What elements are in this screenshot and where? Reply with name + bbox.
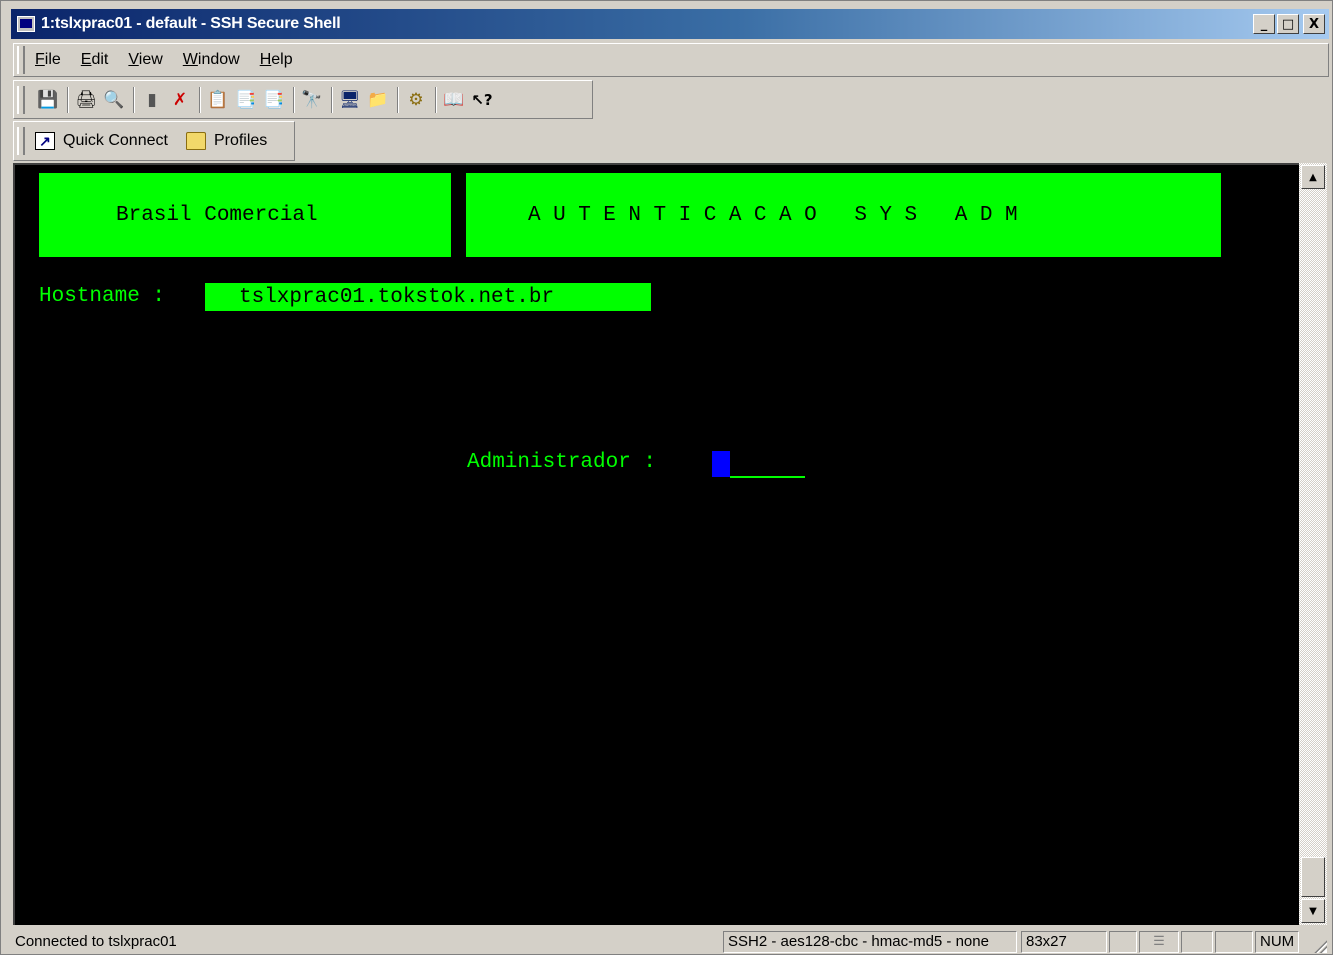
toolbar-separator bbox=[331, 86, 333, 113]
menu-view[interactable]: View bbox=[128, 49, 162, 71]
menu-file-label: ile bbox=[44, 51, 61, 68]
hostname-value: tslxprac01.tokstok.net.br bbox=[205, 283, 651, 311]
num-lock-indicator: NUM bbox=[1255, 931, 1299, 953]
scroll-down-button[interactable]: ▼ bbox=[1301, 899, 1325, 923]
terminal-scrollbar[interactable]: ▲ ▼ bbox=[1299, 163, 1327, 925]
status-bar: Connected to tslxprac01 SSH2 - aes128-cb… bbox=[11, 929, 1329, 955]
new-terminal-icon[interactable]: 🖥 bbox=[337, 87, 363, 113]
encryption-status: SSH2 - aes128-cbc - hmac-md5 - none bbox=[723, 931, 1017, 953]
menu-bar: File Edit View Window Help bbox=[13, 43, 1329, 77]
scroll-thumb[interactable] bbox=[1301, 857, 1325, 897]
new-file-transfer-icon[interactable]: 📁 bbox=[365, 87, 391, 113]
paste-alt-icon[interactable]: 📑 bbox=[261, 87, 287, 113]
menu-file[interactable]: File bbox=[35, 49, 61, 71]
title-bar[interactable]: 1:tslxprac01 - default - SSH Secure Shel… bbox=[11, 9, 1329, 39]
ssh-client-window: 1:tslxprac01 - default - SSH Secure Shel… bbox=[0, 0, 1333, 955]
quick-bar-grip[interactable] bbox=[17, 127, 25, 155]
toolbar-grip[interactable] bbox=[17, 85, 25, 114]
connection-status: Connected to tslxprac01 bbox=[15, 933, 177, 950]
resize-grip[interactable] bbox=[1313, 939, 1327, 953]
status-panel-empty bbox=[1215, 931, 1253, 953]
company-banner: Brasil Comercial bbox=[39, 173, 451, 257]
minimize-button[interactable]: _ bbox=[1253, 14, 1275, 34]
administrator-label: Administrador : bbox=[467, 451, 657, 474]
menu-edit[interactable]: Edit bbox=[81, 49, 109, 71]
print-icon[interactable]: 🖨 bbox=[73, 87, 99, 113]
terminal-cursor bbox=[712, 451, 730, 477]
window-title: 1:tslxprac01 - default - SSH Secure Shel… bbox=[41, 15, 341, 32]
toolbar-separator bbox=[397, 86, 399, 113]
menu-bar-grip[interactable] bbox=[17, 46, 25, 74]
terminal-screen[interactable]: Brasil Comercial AUTENTICACAO SYS ADM Ho… bbox=[13, 163, 1299, 925]
window-controls: _ □ X bbox=[1253, 14, 1325, 34]
menu-file-mnemonic: F bbox=[35, 51, 45, 68]
screen-title-banner: AUTENTICACAO SYS ADM bbox=[466, 173, 1221, 257]
toolbar-separator bbox=[133, 86, 135, 113]
menu-help-label: elp bbox=[271, 51, 293, 68]
scroll-up-button[interactable]: ▲ bbox=[1301, 165, 1325, 189]
menu-help-mnemonic: H bbox=[259, 51, 272, 68]
menu-window[interactable]: Window bbox=[183, 49, 240, 71]
quick-connect-icon: ↗ bbox=[35, 132, 55, 150]
save-icon[interactable]: 💾 bbox=[35, 87, 61, 113]
profiles-button[interactable]: Profiles bbox=[185, 132, 268, 150]
find-icon[interactable]: 🔭 bbox=[299, 87, 325, 113]
disconnect-icon[interactable]: ▮ bbox=[139, 87, 165, 113]
context-help-icon[interactable]: ↖? bbox=[469, 87, 495, 113]
network-activity-icon: ☰ bbox=[1139, 931, 1179, 953]
settings-icon[interactable]: ⚙ bbox=[403, 87, 429, 113]
menu-edit-label: dit bbox=[91, 51, 109, 68]
quick-connect-label: Quick Connect bbox=[63, 132, 168, 149]
hostname-label: Hostname : bbox=[39, 285, 166, 308]
toolbar-separator bbox=[435, 86, 437, 113]
menu-window-mnemonic: W bbox=[182, 51, 198, 68]
menu-help[interactable]: Help bbox=[260, 49, 293, 71]
quick-connect-bar: ↗ Quick Connect Profiles bbox=[13, 121, 295, 161]
copy-icon[interactable]: 📋 bbox=[205, 87, 231, 113]
app-icon[interactable] bbox=[17, 16, 35, 32]
maximize-button[interactable]: □ bbox=[1277, 14, 1299, 34]
quick-connect-button[interactable]: ↗ Quick Connect bbox=[35, 132, 168, 150]
profiles-label: Profiles bbox=[213, 132, 268, 149]
folder-icon bbox=[185, 132, 206, 150]
toolbar-separator bbox=[199, 86, 201, 113]
status-panel-empty bbox=[1109, 931, 1137, 953]
toolbar-separator bbox=[293, 86, 295, 113]
close-button[interactable]: X bbox=[1303, 14, 1325, 34]
help-book-icon[interactable]: 📖 bbox=[441, 87, 467, 113]
toolbar-separator bbox=[67, 86, 69, 113]
print-preview-icon[interactable]: 🔍 bbox=[101, 87, 127, 113]
status-panel-empty bbox=[1181, 931, 1213, 953]
paste-icon[interactable]: 📑 bbox=[233, 87, 259, 113]
menu-view-label: iew bbox=[138, 51, 163, 68]
menu-window-label: indow bbox=[197, 51, 240, 68]
toolbar: 💾 🖨 🔍 ▮ ✗ 📋 📑 📑 🔭 🖥 📁 ⚙ 📖 ↖? bbox=[13, 80, 593, 119]
menu-view-mnemonic: V bbox=[128, 51, 139, 68]
administrator-input[interactable] bbox=[730, 476, 805, 478]
reconnect-icon[interactable]: ✗ bbox=[167, 87, 193, 113]
menu-edit-mnemonic: E bbox=[80, 51, 92, 68]
terminal-size-status: 83x27 bbox=[1021, 931, 1107, 953]
